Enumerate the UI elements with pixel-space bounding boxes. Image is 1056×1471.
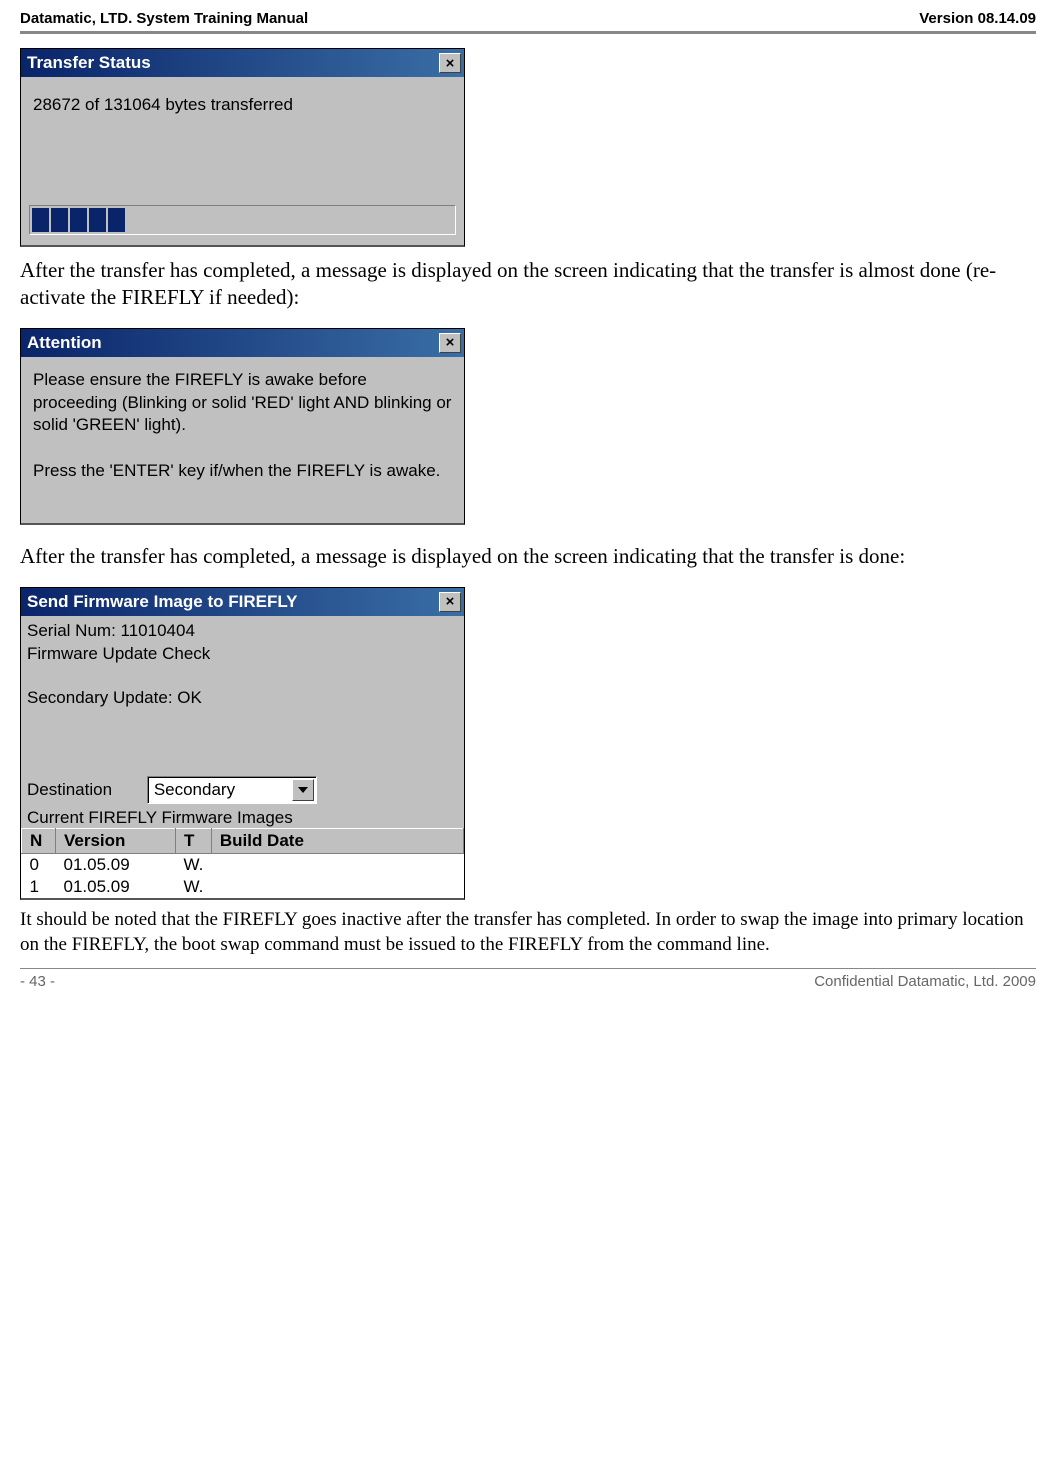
table-row[interactable]: 101.05.09W. bbox=[22, 876, 464, 898]
send-firmware-dialog: Send Firmware Image to FIREFLY × Serial … bbox=[20, 587, 465, 901]
firmware-table: N Version T Build Date 001.05.09W.101.05… bbox=[21, 828, 464, 898]
col-version: Version bbox=[56, 829, 176, 854]
attention-message: Please ensure the FIREFLY is awake befor… bbox=[29, 367, 456, 514]
close-button[interactable]: × bbox=[439, 53, 461, 73]
body-paragraph-2: After the transfer has completed, a mess… bbox=[20, 543, 1036, 570]
destination-label: Destination bbox=[27, 780, 112, 800]
dialog-body: 28672 of 131064 bytes transferred bbox=[21, 77, 464, 245]
dialog-title: Attention bbox=[27, 333, 102, 353]
dialog-title: Transfer Status bbox=[27, 53, 151, 73]
titlebar: Transfer Status × bbox=[21, 49, 464, 77]
table-cell: 01.05.09 bbox=[56, 854, 176, 877]
progress-segment bbox=[89, 208, 106, 232]
titlebar: Attention × bbox=[21, 329, 464, 357]
firmware-check-label: Firmware Update Check bbox=[27, 643, 458, 666]
table-cell: 1 bbox=[22, 876, 56, 898]
table-cell: 01.05.09 bbox=[56, 876, 176, 898]
progress-segment bbox=[70, 208, 87, 232]
transfer-progress-text: 28672 of 131064 bytes transferred bbox=[29, 87, 456, 115]
titlebar: Send Firmware Image to FIREFLY × bbox=[21, 588, 464, 616]
firmware-images-label: Current FIREFLY Firmware Images bbox=[21, 808, 464, 828]
progress-bar bbox=[29, 205, 456, 235]
table-cell: W. bbox=[176, 854, 212, 877]
page-number: - 43 - bbox=[20, 973, 55, 990]
table-cell bbox=[211, 854, 463, 877]
table-cell: 0 bbox=[22, 854, 56, 877]
col-t: T bbox=[176, 829, 212, 854]
dialog-body: Please ensure the FIREFLY is awake befor… bbox=[21, 357, 464, 524]
table-header-row: N Version T Build Date bbox=[22, 829, 464, 854]
table-cell bbox=[211, 876, 463, 898]
close-icon: × bbox=[446, 593, 455, 610]
chevron-down-icon bbox=[292, 779, 314, 801]
col-build-date: Build Date bbox=[211, 829, 463, 854]
close-button[interactable]: × bbox=[439, 333, 461, 353]
close-button[interactable]: × bbox=[439, 592, 461, 612]
table-row[interactable]: 001.05.09W. bbox=[22, 854, 464, 877]
dialog-title: Send Firmware Image to FIREFLY bbox=[27, 592, 298, 612]
body-paragraph-3: It should be noted that the FIREFLY goes… bbox=[20, 908, 1036, 957]
close-icon: × bbox=[446, 55, 455, 72]
progress-segment bbox=[108, 208, 125, 232]
close-icon: × bbox=[446, 334, 455, 351]
progress-segment bbox=[32, 208, 49, 232]
col-n: N bbox=[22, 829, 56, 854]
dropdown-value: Secondary bbox=[154, 780, 235, 800]
firmware-info: Serial Num: 11010404 Firmware Update Che… bbox=[21, 616, 464, 773]
header-left: Datamatic, LTD. System Training Manual bbox=[20, 10, 308, 27]
attention-dialog: Attention × Please ensure the FIREFLY is… bbox=[20, 328, 465, 526]
destination-dropdown[interactable]: Secondary bbox=[147, 776, 317, 804]
table-cell: W. bbox=[176, 876, 212, 898]
header-right: Version 08.14.09 bbox=[919, 10, 1036, 27]
destination-row: Destination Secondary bbox=[21, 772, 464, 806]
body-paragraph-1: After the transfer has completed, a mess… bbox=[20, 257, 1036, 312]
footer-copyright: Confidential Datamatic, Ltd. 2009 bbox=[814, 973, 1036, 990]
progress-segment bbox=[51, 208, 68, 232]
update-status: Secondary Update: OK bbox=[27, 687, 458, 710]
page-header: Datamatic, LTD. System Training Manual V… bbox=[20, 10, 1036, 34]
serial-number: Serial Num: 11010404 bbox=[27, 620, 458, 643]
page-footer: - 43 - Confidential Datamatic, Ltd. 2009 bbox=[20, 968, 1036, 990]
transfer-status-dialog: Transfer Status × 28672 of 131064 bytes … bbox=[20, 48, 465, 247]
